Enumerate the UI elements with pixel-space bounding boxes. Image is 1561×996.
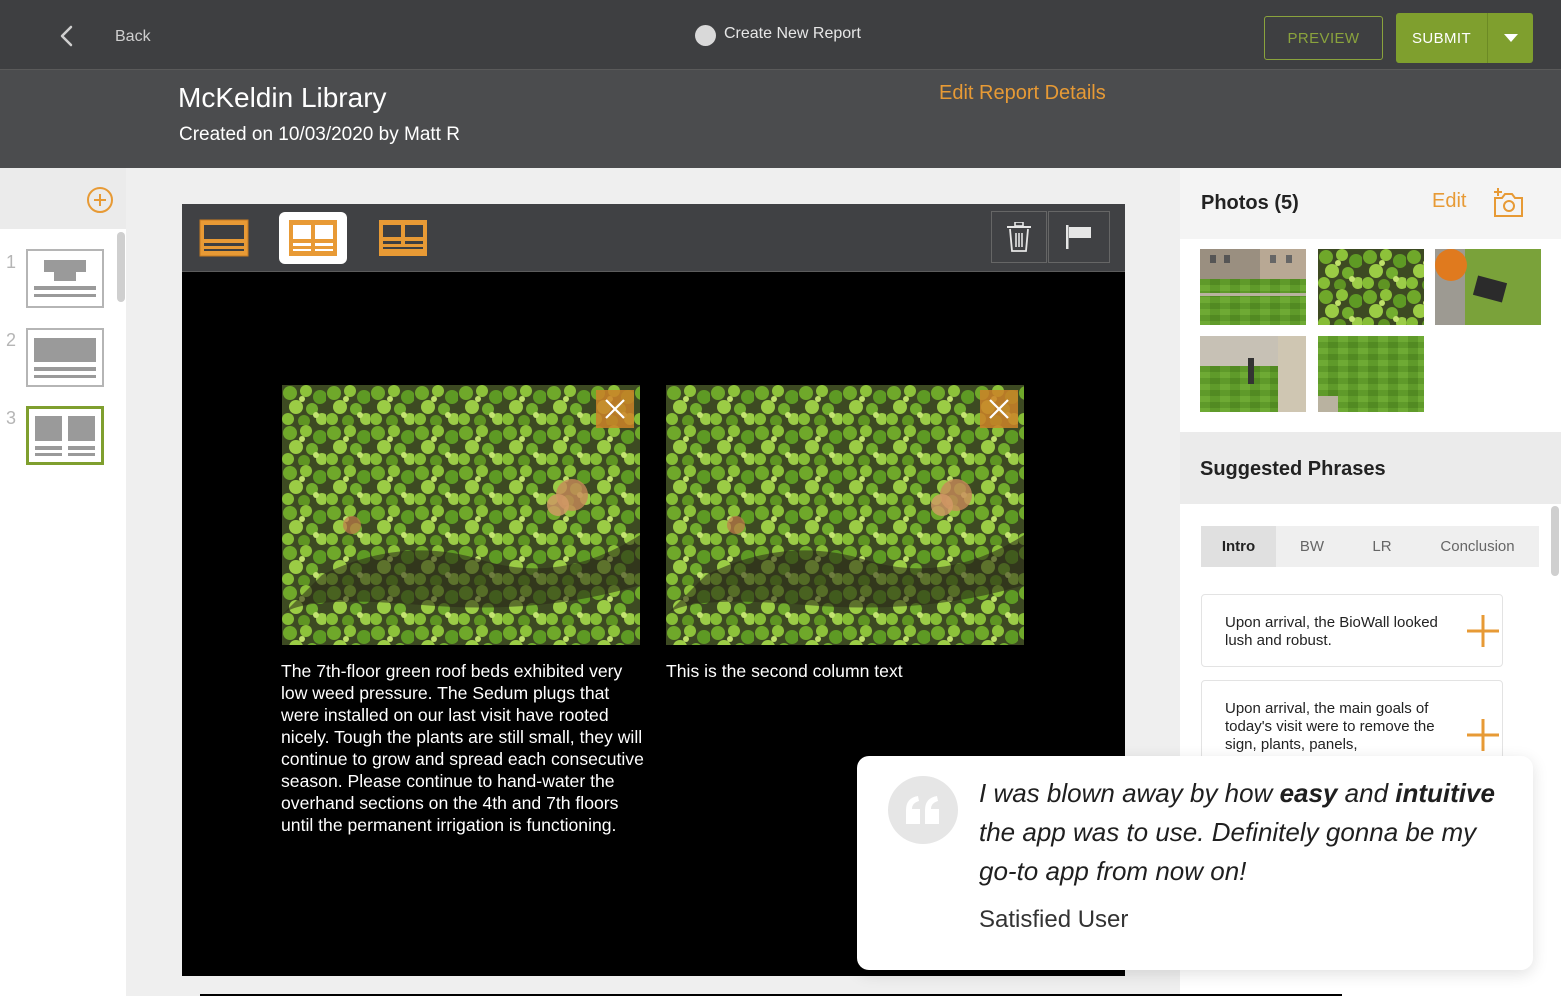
layout-full-width-button[interactable] [190, 212, 258, 264]
layout-two-column-alt-icon [379, 220, 427, 256]
photo-thumbnail[interactable] [1435, 249, 1541, 325]
close-icon [605, 399, 625, 419]
photo-thumbnail[interactable] [1200, 336, 1306, 412]
testimonial-card: I was blown away by how easy and intuiti… [857, 756, 1533, 970]
back-chevron-icon[interactable] [58, 24, 76, 48]
layout-two-column-button[interactable] [279, 212, 347, 264]
panel-scrollbar[interactable] [1551, 506, 1559, 576]
report-subtitle: Created on 10/03/2020 by Matt R [179, 124, 460, 145]
sidebar-scrollbar[interactable] [117, 232, 125, 302]
photo-thumbnail[interactable] [1200, 249, 1306, 325]
phrase-text: Upon arrival, the BioWall looked lush an… [1225, 614, 1438, 649]
submit-button[interactable]: SUBMIT [1396, 13, 1488, 63]
suggested-phrases-header: Suggested Phrases [1180, 432, 1561, 504]
flag-button[interactable] [1048, 211, 1110, 263]
status-dot-icon [695, 25, 716, 46]
delete-button[interactable] [991, 211, 1047, 263]
close-icon [989, 399, 1009, 419]
testimonial-author: Satisfied User [979, 906, 1129, 933]
page-sidebar: 1 2 3 [0, 168, 126, 996]
remove-photo-button[interactable] [596, 390, 634, 428]
page-thumbnail-2[interactable] [26, 328, 104, 387]
page-thumbnail-1[interactable] [26, 249, 104, 308]
tab-conclusion[interactable]: Conclusion [1416, 526, 1539, 567]
submit-dropdown-button[interactable] [1488, 13, 1533, 63]
add-page-icon[interactable] [86, 186, 114, 214]
sidebar-header [0, 168, 126, 229]
photo-thumbnail[interactable] [1318, 249, 1424, 325]
caret-down-icon [1503, 34, 1518, 42]
tab-intro[interactable]: Intro [1201, 526, 1276, 567]
report-title: McKeldin Library [178, 82, 387, 113]
page-thumbnail-3[interactable] [26, 406, 104, 465]
add-photo-icon[interactable] [1492, 188, 1524, 218]
remove-photo-button[interactable] [980, 390, 1018, 428]
back-button[interactable]: Back [115, 28, 151, 46]
flag-icon [1066, 225, 1091, 249]
report-header: McKeldin Library Created on 10/03/2020 b… [0, 70, 1561, 168]
column-2-text[interactable]: This is the second column text [666, 660, 1026, 682]
tab-lr[interactable]: LR [1348, 526, 1416, 567]
editor-toolbar [182, 204, 1125, 272]
column-2-photo[interactable] [666, 385, 1024, 645]
photos-edit-button[interactable]: Edit [1432, 190, 1466, 213]
add-phrase-icon[interactable] [1464, 716, 1502, 754]
page-number: 3 [6, 408, 17, 428]
photos-header: Photos (5) Edit [1180, 168, 1561, 239]
photos-title: Photos (5) [1201, 192, 1299, 214]
submit-button-group: SUBMIT [1396, 13, 1533, 63]
page-number: 2 [6, 330, 17, 350]
phrase-tabs: Intro BW LR Conclusion [1201, 526, 1539, 567]
window-title: Create New Report [724, 25, 861, 42]
preview-button[interactable]: PREVIEW [1264, 16, 1383, 60]
quote-icon [888, 776, 958, 844]
photo-thumbnail[interactable] [1318, 336, 1424, 412]
column-1-text[interactable]: The 7th-floor green roof beds exhibited … [281, 660, 649, 836]
tab-bw[interactable]: BW [1276, 526, 1348, 567]
phrase-card[interactable]: Upon arrival, the BioWall looked lush an… [1201, 594, 1503, 667]
layout-full-icon [199, 219, 249, 257]
phrase-text: Upon arrival, the main goals of today's … [1225, 700, 1435, 753]
layout-two-column-icon [289, 220, 337, 256]
top-bar: Back Create New Report PREVIEW SUBMIT [0, 0, 1561, 70]
testimonial-quote: I was blown away by how easy and intuiti… [979, 778, 1495, 886]
column-1-photo[interactable] [282, 385, 640, 645]
suggested-phrases-title: Suggested Phrases [1200, 458, 1386, 480]
page-number: 1 [6, 252, 17, 272]
trash-icon [1007, 222, 1031, 252]
edit-report-details-link[interactable]: Edit Report Details [939, 82, 1106, 105]
layout-two-column-alt-button[interactable] [369, 212, 437, 264]
add-phrase-icon[interactable] [1464, 612, 1502, 650]
